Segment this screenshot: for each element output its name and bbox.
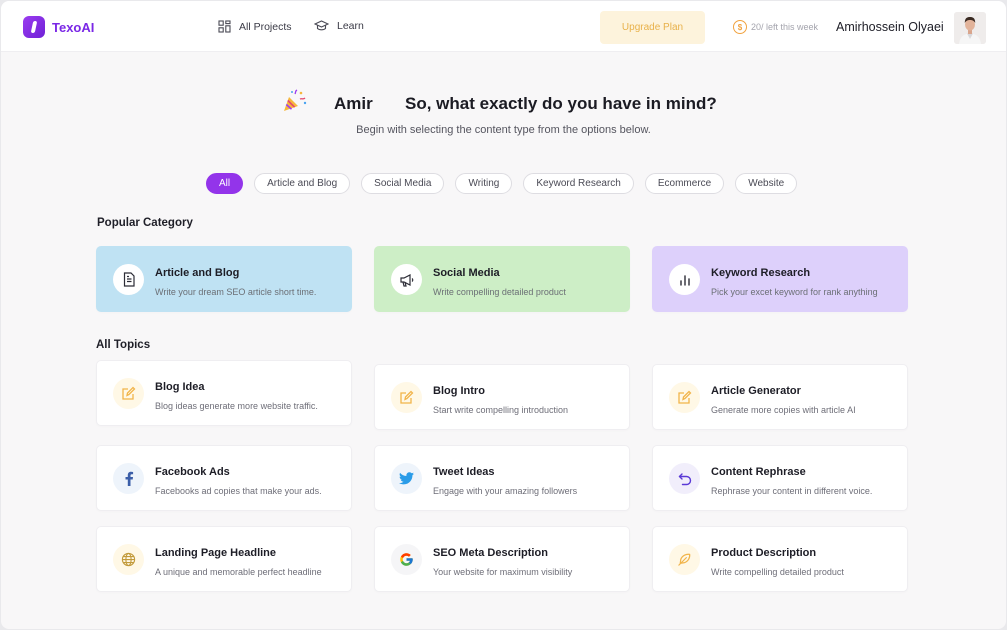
edit-icon: [669, 382, 700, 413]
popular-card-social-media[interactable]: Social Media Write compelling detailed p…: [374, 246, 630, 312]
credits-label: / left this week: [761, 22, 819, 32]
popular-card-desc: Write your dream SEO article short time.: [155, 287, 317, 297]
topic-card-desc: Start write compelling introduction: [433, 405, 569, 415]
popular-card-keyword-research[interactable]: Keyword Research Pick your excet keyword…: [652, 246, 908, 312]
topic-card-desc: Rephrase your content in different voice…: [711, 486, 873, 496]
topic-card-title: Tweet Ideas: [433, 466, 495, 478]
filter-chip-article-blog[interactable]: Article and Blog: [254, 173, 351, 194]
upgrade-plan-button[interactable]: Upgrade Plan: [600, 11, 705, 44]
user-name[interactable]: Amirhossein Olyaei: [836, 20, 944, 34]
nav-all-projects[interactable]: All Projects: [218, 20, 292, 33]
logo-mark-icon: [23, 16, 45, 38]
popular-card-desc: Pick your excet keyword for rank anythin…: [711, 287, 878, 297]
topic-card-desc: A unique and memorable perfect headline: [155, 567, 322, 577]
avatar[interactable]: [954, 12, 986, 44]
filter-chip-social-media[interactable]: Social Media: [361, 173, 445, 194]
filter-chip-keyword-research[interactable]: Keyword Research: [523, 173, 634, 194]
topic-card-title: Blog Intro: [433, 385, 485, 397]
topic-card-title: Article Generator: [711, 385, 801, 397]
edit-icon: [113, 378, 144, 409]
greeting-question: So, what exactly do you have in mind?: [405, 94, 717, 113]
popular-category-title: Popular Category: [97, 217, 193, 229]
filter-chip-all[interactable]: All: [206, 173, 244, 194]
topic-card-landing-page-headline[interactable]: Landing Page Headline A unique and memor…: [96, 526, 352, 592]
topic-card-title: SEO Meta Description: [433, 547, 548, 559]
logo[interactable]: TexoAI: [23, 16, 94, 38]
topic-card-product-description[interactable]: Product Description Write compelling det…: [652, 526, 908, 592]
filter-chip-ecommerce[interactable]: Ecommerce: [644, 173, 725, 194]
all-topics-title: All Topics: [96, 339, 151, 351]
globe-icon: [113, 544, 144, 575]
graduation-cap-icon: [314, 20, 329, 31]
topic-card-desc: Your website for maximum visibility: [433, 567, 573, 577]
bar-chart-icon: [669, 264, 700, 295]
topic-card-content-rephrase[interactable]: Content Rephrase Rephrase your content i…: [652, 445, 908, 511]
facebook-icon: [113, 463, 144, 494]
edit-icon: [391, 382, 422, 413]
app-window: TexoAI All Projects Learn Upgrade Plan $…: [1, 1, 1006, 629]
popular-card-title: Keyword Research: [711, 267, 811, 279]
dollar-coin-icon: $: [733, 20, 747, 34]
popular-card-title: Article and Blog: [155, 267, 240, 279]
filter-chip-writing[interactable]: Writing: [455, 173, 513, 194]
undo-arrow-icon: [669, 463, 700, 494]
topic-card-desc: Engage with your amazing followers: [433, 486, 578, 496]
document-icon: [113, 264, 144, 295]
greeting-name: Amir: [334, 94, 373, 113]
credits-counter: $ 20 / left this week: [733, 20, 818, 34]
filter-chip-website[interactable]: Website: [735, 173, 798, 194]
topic-card-title: Product Description: [711, 547, 817, 559]
filter-chips: All Article and Blog Social Media Writin…: [206, 173, 798, 194]
party-popper-icon: [284, 89, 307, 111]
popular-card-desc: Write compelling detailed product: [433, 287, 566, 297]
grid-icon: [218, 20, 231, 33]
topic-card-blog-intro[interactable]: Blog Intro Start write compelling introd…: [374, 364, 630, 430]
user-photo-icon: [954, 12, 986, 44]
credits-count: 20: [751, 22, 762, 32]
topic-card-title: Landing Page Headline: [155, 547, 277, 559]
megaphone-icon: [391, 264, 422, 295]
popular-card-article-blog[interactable]: Article and Blog Write your dream SEO ar…: [96, 246, 352, 312]
topic-card-desc: Blog ideas generate more website traffic…: [155, 401, 318, 411]
topic-card-title: Blog Idea: [155, 381, 205, 393]
nav-all-projects-label: All Projects: [239, 20, 292, 33]
topic-card-facebook-ads[interactable]: Facebook Ads Facebooks ad copies that ma…: [96, 445, 352, 511]
topic-card-desc: Write compelling detailed product: [711, 567, 844, 577]
app-name: TexoAI: [52, 19, 95, 35]
google-icon: [391, 544, 422, 575]
nav-learn-label: Learn: [337, 20, 364, 32]
topic-card-article-generator[interactable]: Article Generator Generate more copies w…: [652, 364, 908, 430]
topic-card-desc: Generate more copies with article AI: [711, 405, 856, 415]
feather-icon: [669, 544, 700, 575]
topic-card-title: Facebook Ads: [155, 466, 230, 478]
topic-card-tweet-ideas[interactable]: Tweet Ideas Engage with your amazing fol…: [374, 445, 630, 511]
topic-card-title: Content Rephrase: [711, 466, 806, 478]
nav-learn[interactable]: Learn: [314, 20, 364, 32]
popular-card-title: Social Media: [433, 267, 500, 279]
top-bar: TexoAI All Projects Learn Upgrade Plan $…: [1, 1, 1006, 52]
twitter-icon: [391, 463, 422, 494]
topic-card-seo-meta-description[interactable]: SEO Meta Description Your website for ma…: [374, 526, 630, 592]
greeting-subtitle: Begin with selecting the content type fr…: [356, 124, 651, 136]
topic-card-blog-idea[interactable]: Blog Idea Blog ideas generate more websi…: [96, 360, 352, 426]
topic-card-desc: Facebooks ad copies that make your ads.: [155, 486, 322, 496]
